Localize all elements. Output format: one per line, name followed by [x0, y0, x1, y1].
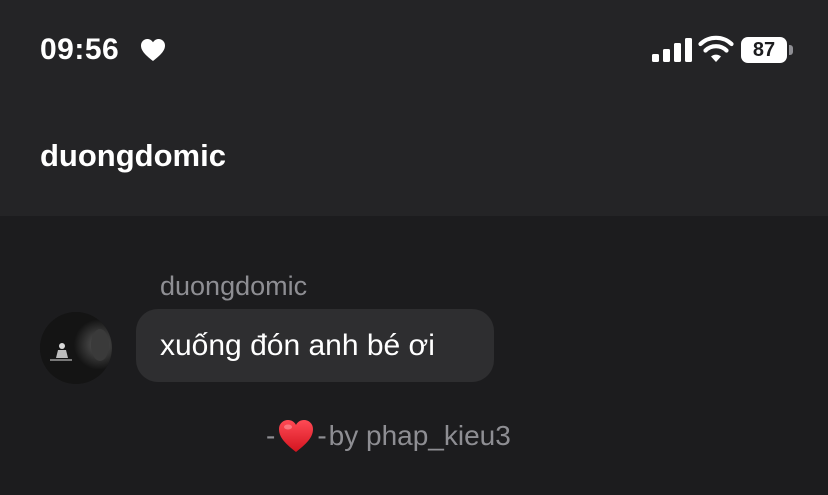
credit-dash-right: -	[317, 420, 327, 451]
wifi-icon	[698, 35, 734, 62]
message-text: xuống đón anh bé ơi	[160, 329, 435, 362]
battery-icon: 87	[741, 37, 793, 63]
avatar-image	[40, 312, 112, 384]
cellular-signal-icon	[652, 38, 692, 62]
credit-text: by phap_kieu3	[328, 420, 511, 451]
message-bubble[interactable]: xuống đón anh bé ơi	[136, 309, 494, 382]
chat-title[interactable]: duongdomic	[40, 136, 226, 176]
message-sender-name: duongdomic	[160, 271, 308, 301]
status-bar: 09:56 87	[0, 0, 828, 100]
heart-icon	[141, 39, 165, 61]
battery-level: 87	[741, 37, 787, 63]
footer-credit: - - by phap_kieu3	[266, 416, 511, 456]
credit-dash-left: -	[266, 420, 276, 451]
red-heart-icon	[279, 420, 314, 452]
battery-nub	[789, 45, 793, 55]
header: 09:56 87 duongdomic	[0, 0, 828, 216]
status-time: 09:56	[40, 33, 120, 66]
avatar[interactable]	[40, 312, 112, 384]
